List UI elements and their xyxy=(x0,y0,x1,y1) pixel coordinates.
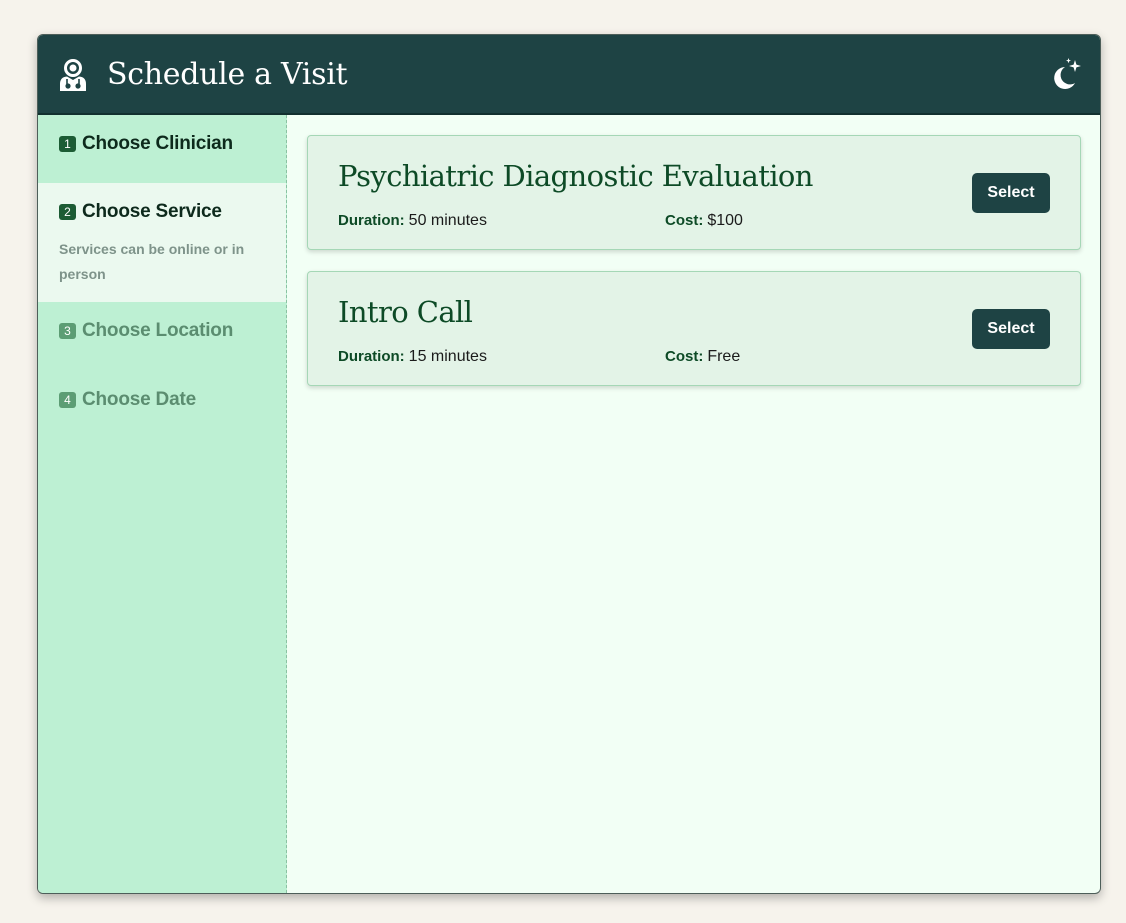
service-duration: Duration: 15 minutes xyxy=(338,348,487,366)
cost-value: $100 xyxy=(707,212,743,229)
service-card: Psychiatric Diagnostic Evaluation Durati… xyxy=(307,135,1081,250)
scheduler-window: Schedule a Visit 1 Choose Clinician 2 Ch… xyxy=(37,34,1101,894)
duration-value: 50 minutes xyxy=(408,212,487,229)
page-title: Schedule a Visit xyxy=(107,57,348,92)
duration-value: 15 minutes xyxy=(408,348,487,365)
step-number-badge: 3 xyxy=(59,323,76,339)
duration-label: Duration: xyxy=(338,212,405,229)
step-label: Choose Service xyxy=(82,201,222,222)
clinician-icon xyxy=(60,59,86,91)
step-label: Choose Date xyxy=(82,389,196,410)
step-choose-date[interactable]: 4 Choose Date xyxy=(38,371,286,440)
step-description: Services can be online or in person xyxy=(59,241,245,282)
cost-value: Free xyxy=(707,348,741,365)
step-choose-clinician[interactable]: 1 Choose Clinician xyxy=(38,115,286,183)
moon-stars-icon xyxy=(1054,58,1081,89)
duration-label: Duration: xyxy=(338,348,405,365)
step-label: Choose Location xyxy=(82,320,234,341)
services-panel: Psychiatric Diagnostic Evaluation Durati… xyxy=(287,115,1100,893)
service-duration: Duration: 50 minutes xyxy=(338,212,487,230)
select-service-button[interactable]: Select xyxy=(972,309,1050,349)
step-number-badge: 2 xyxy=(59,204,76,220)
service-name: Intro Call xyxy=(338,295,473,329)
step-number-badge: 4 xyxy=(59,392,76,408)
select-service-button[interactable]: Select xyxy=(972,173,1050,213)
step-label: Choose Clinician xyxy=(82,133,233,154)
step-choose-service[interactable]: 2 Choose Service Services can be online … xyxy=(38,183,286,302)
step-choose-location[interactable]: 3 Choose Location xyxy=(38,302,286,371)
cost-label: Cost: xyxy=(665,348,704,365)
service-name: Psychiatric Diagnostic Evaluation xyxy=(338,159,813,193)
steps-sidebar: 1 Choose Clinician 2 Choose Service Serv… xyxy=(38,115,287,893)
service-cost: Cost: Free xyxy=(665,348,740,366)
service-card: Intro Call Duration: 15 minutes Cost: Free… xyxy=(307,271,1081,386)
service-cost: Cost: $100 xyxy=(665,212,743,230)
cost-label: Cost: xyxy=(665,212,704,229)
app-header: Schedule a Visit xyxy=(38,35,1100,115)
step-number-badge: 1 xyxy=(59,136,76,152)
theme-toggle-button[interactable] xyxy=(1046,57,1082,93)
